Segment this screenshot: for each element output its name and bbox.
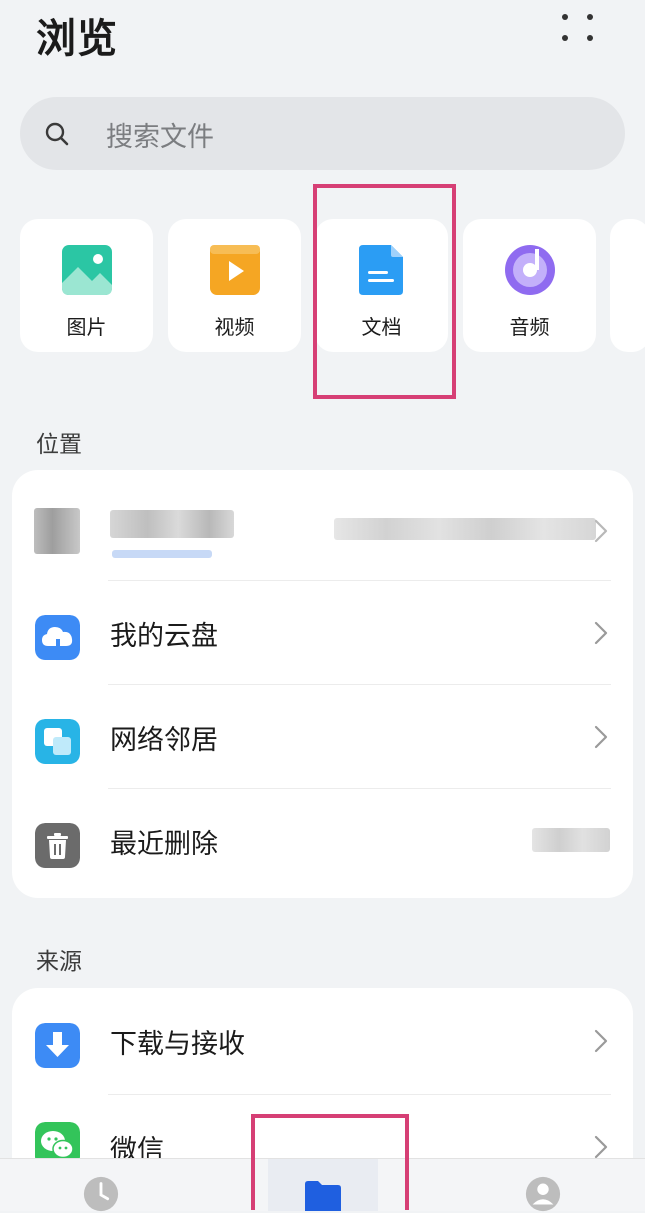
category-label: 图片 bbox=[66, 315, 107, 339]
clock-icon bbox=[83, 1176, 119, 1212]
divider bbox=[108, 580, 611, 581]
row-label: 下载与接收 bbox=[110, 1029, 245, 1060]
profile-icon bbox=[525, 1176, 561, 1212]
chevron-right-icon bbox=[594, 519, 608, 543]
location-row-network[interactable]: 网络邻居 bbox=[12, 686, 633, 790]
location-row-cloud[interactable]: 我的云盘 bbox=[12, 582, 633, 686]
more-dot bbox=[562, 14, 568, 20]
cloud-icon bbox=[35, 615, 80, 660]
more-options-button[interactable] bbox=[556, 10, 600, 44]
row-label: 我的云盘 bbox=[110, 621, 218, 652]
more-dot bbox=[562, 35, 568, 41]
category-images[interactable]: 图片 bbox=[20, 219, 153, 352]
chevron-right-icon bbox=[594, 621, 608, 645]
source-row-downloads[interactable]: 下载与接收 bbox=[12, 990, 633, 1094]
blurred-label bbox=[110, 510, 234, 538]
divider bbox=[108, 788, 611, 789]
highlight-box-documents bbox=[313, 184, 456, 399]
search-placeholder: 搜索文件 bbox=[106, 122, 214, 153]
row-label: 网络邻居 bbox=[110, 725, 218, 756]
nav-profile[interactable] bbox=[504, 1159, 584, 1212]
category-label: 视频 bbox=[214, 315, 255, 339]
blurred-icon bbox=[34, 508, 80, 554]
search-icon bbox=[45, 122, 69, 146]
blurred-capacity bbox=[334, 518, 596, 540]
blurred-progress bbox=[112, 550, 212, 558]
image-icon bbox=[62, 245, 112, 295]
category-audio[interactable]: 音频 bbox=[463, 219, 596, 352]
trash-icon bbox=[35, 823, 80, 868]
nav-recent[interactable] bbox=[60, 1159, 140, 1212]
row-label: 最近删除 bbox=[110, 829, 218, 860]
chevron-right-icon bbox=[594, 725, 608, 749]
category-videos[interactable]: 视频 bbox=[168, 219, 301, 352]
more-dot bbox=[587, 14, 593, 20]
category-more-partial[interactable] bbox=[610, 219, 645, 352]
location-row-recently-deleted[interactable]: 最近删除 bbox=[12, 790, 633, 894]
category-label: 音频 bbox=[509, 315, 550, 339]
download-icon bbox=[35, 1023, 80, 1068]
more-dot bbox=[587, 35, 593, 41]
chevron-right-icon bbox=[594, 1029, 608, 1053]
highlight-box-browse-tab bbox=[251, 1114, 409, 1210]
blurred-count bbox=[532, 828, 610, 852]
section-title-sources: 来源 bbox=[36, 949, 82, 975]
search-bar[interactable]: 搜索文件 bbox=[20, 97, 625, 170]
video-icon bbox=[210, 245, 260, 295]
section-title-locations: 位置 bbox=[36, 432, 82, 458]
audio-icon bbox=[505, 245, 555, 295]
network-icon bbox=[35, 719, 80, 764]
page-title: 浏览 bbox=[36, 16, 118, 62]
locations-card: 我的云盘 网络邻居 最近删除 bbox=[12, 470, 633, 898]
divider bbox=[108, 684, 611, 685]
location-row-storage[interactable] bbox=[12, 478, 633, 582]
chevron-right-icon bbox=[594, 1135, 608, 1159]
